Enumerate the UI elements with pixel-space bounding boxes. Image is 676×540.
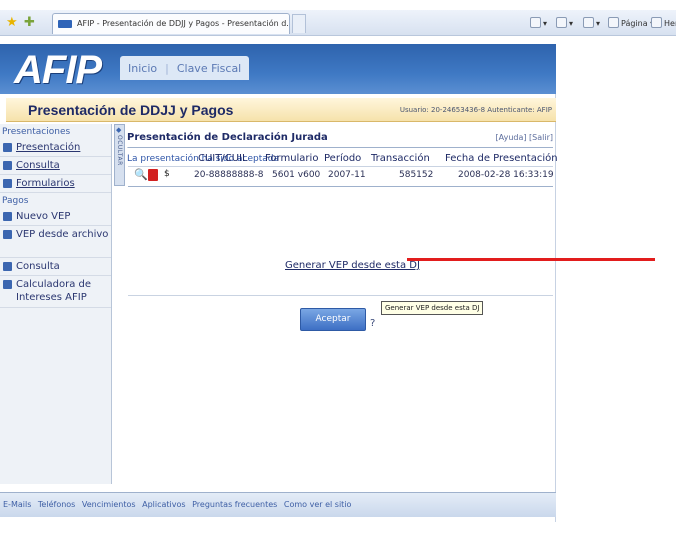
section-divider <box>128 295 553 296</box>
sidebar-item-vep-desde-archivo[interactable]: VEP desde archivo <box>0 226 111 258</box>
collapse-label: OCULTAR <box>116 135 123 166</box>
footer-link-emails[interactable]: E-Mails <box>3 500 31 509</box>
sidebar-section-presentaciones[interactable]: Presentaciones <box>0 124 111 139</box>
chevron-up-icon: ◆ <box>116 126 122 134</box>
panel-title: Presentación de Declaración Jurada <box>127 132 328 143</box>
print-command-button[interactable]: ▾ <box>583 17 600 28</box>
footer-link-telefonos[interactable]: Teléfonos <box>38 500 75 509</box>
feed-icon <box>556 17 567 28</box>
column-header-formulario: Formulario <box>265 153 319 164</box>
bullet-icon <box>3 280 12 289</box>
afip-favicon-icon <box>58 20 72 28</box>
bullet-icon <box>3 179 12 188</box>
user-info: Usuario: 20-24653436-8 Autenticante: AFI… <box>399 106 552 114</box>
feed-command-button[interactable]: ▾ <box>556 17 573 28</box>
footer-link-aplicativos[interactable]: Aplicativos <box>142 500 185 509</box>
sidebar-item-formularios[interactable]: Formularios <box>0 175 111 193</box>
bullet-icon <box>3 143 12 152</box>
bullet-icon <box>3 262 12 271</box>
footer-link-preguntas[interactable]: Preguntas frecuentes <box>192 500 277 509</box>
sidebar-section-pagos[interactable]: Pagos <box>0 193 111 208</box>
footer-link-vencimientos[interactable]: Vencimientos <box>82 500 136 509</box>
help-question-link[interactable]: ? <box>370 318 375 329</box>
column-header-fecha: Fecha de Presentación <box>445 153 558 164</box>
page-icon <box>608 17 619 28</box>
column-header-periodo: Período <box>324 153 362 164</box>
bullet-icon <box>3 212 12 221</box>
tools-command-button[interactable]: Herr <box>651 17 676 28</box>
content-panel: Presentación de Declaración Jurada [Ayud… <box>127 130 553 164</box>
afip-page: AFIP Inicio | Clave Fiscal Presentación … <box>0 44 655 522</box>
footer-link-como-ver[interactable]: Como ver el sitio <box>284 500 352 509</box>
browser-tab[interactable]: AFIP - Presentación de DDJJ y Pagos - Pr… <box>52 13 290 34</box>
nav-clave-fiscal-link[interactable]: Clave Fiscal <box>177 62 241 75</box>
sidebar-item-nuevo-vep[interactable]: Nuevo VEP <box>0 208 111 226</box>
print-icon <box>583 17 594 28</box>
panel-header: Presentación de Declaración Jurada [Ayud… <box>127 130 553 148</box>
sidebar-item-consulta-pagos[interactable]: Consulta <box>0 258 111 276</box>
bullet-icon <box>3 230 12 239</box>
payment-dollar-icon[interactable]: $ <box>164 169 170 179</box>
browser-empty-area <box>557 36 676 540</box>
help-exit-links[interactable]: [Ayuda] [Salir] <box>496 133 553 142</box>
site-header: AFIP Inicio | Clave Fiscal <box>0 44 556 94</box>
tools-icon <box>651 17 662 28</box>
sidebar-item-consulta[interactable]: Consulta <box>0 157 111 175</box>
cell-formulario: 5601 v600 <box>272 170 321 180</box>
tooltip: Generar VEP desde esta DJ <box>381 301 484 315</box>
browser-tab-title: AFIP - Presentación de DDJJ y Pagos - Pr… <box>77 19 290 28</box>
nav-separator: | <box>165 61 169 75</box>
accept-button[interactable]: Aceptar <box>300 308 366 331</box>
footer-links-bar: E-Mails Teléfonos Vencimientos Aplicativ… <box>0 492 556 517</box>
annotation-red-line <box>407 258 655 261</box>
sidebar-item-presentacion[interactable]: Presentación <box>0 139 111 157</box>
cell-transaccion: 585152 <box>399 170 434 180</box>
new-tab-button[interactable] <box>292 14 306 33</box>
sidebar-item-calculadora[interactable]: Calculadora de Intereses AFIP <box>0 276 111 308</box>
favorites-star-icon[interactable]: ★ <box>6 15 18 30</box>
cell-periodo: 2007-11 <box>328 170 366 180</box>
pdf-icon[interactable] <box>148 169 158 181</box>
home-icon <box>530 17 541 28</box>
nav-inicio-link[interactable]: Inicio <box>128 62 157 75</box>
generate-vep-link[interactable]: Generar VEP desde esta DJ <box>285 260 420 271</box>
page-title: Presentación de DDJJ y Pagos <box>28 102 234 118</box>
title-band: Presentación de DDJJ y Pagos Usuario: 20… <box>6 98 556 122</box>
cell-fecha: 2008-02-28 16:33:19 <box>458 170 554 180</box>
add-favorites-icon[interactable]: ✚ <box>24 15 35 30</box>
declaration-table: CUIT/CUIL Formulario Período Transacción… <box>128 147 558 187</box>
bullet-icon <box>3 161 12 170</box>
browser-tab-bar: ★ ✚ AFIP - Presentación de DDJJ y Pagos … <box>0 10 676 36</box>
page-command-button[interactable]: Página ▾ <box>608 17 654 28</box>
cell-cuit: 20-88888888-8 <box>194 170 264 180</box>
afip-logo[interactable]: AFIP <box>14 48 102 93</box>
sidebar: Presentaciones Presentación Consulta For… <box>0 124 112 484</box>
column-header-transaccion: Transacción <box>371 153 430 164</box>
collapse-sidebar-toggle[interactable]: ◆ OCULTAR <box>114 124 125 186</box>
column-header-cuit: CUIT/CUIL <box>198 153 248 164</box>
header-divider <box>128 166 553 167</box>
top-nav: Inicio | Clave Fiscal <box>120 56 250 80</box>
home-command-button[interactable]: ▾ <box>530 17 547 28</box>
magnifier-view-icon[interactable]: 🔍 <box>134 168 148 181</box>
